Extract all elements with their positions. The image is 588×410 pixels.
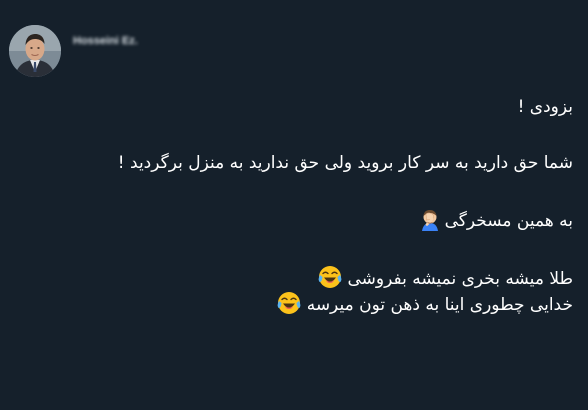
- tweet-line: طلا میشه بخری نمیشه بفروشی: [33, 265, 573, 291]
- face-with-tears-of-joy-icon: [277, 291, 301, 315]
- tweet-card: Hosseini Ez. بزودی ! شما حق دارید به سر …: [0, 0, 588, 410]
- tweet-header: Hosseini Ez.: [9, 25, 138, 81]
- tweet-text: بزودی ! شما حق دارید به سر کار بروید ولی…: [33, 96, 573, 317]
- tweet-line: به همین مسخرگی: [33, 207, 573, 233]
- tweet-line: بزودی !: [517, 97, 573, 117]
- tweet-line: خدایی چطوری اینا به ذهن تون میرسه: [33, 291, 573, 317]
- face-with-tears-of-joy-icon: [318, 265, 342, 289]
- tweet-line: شما حق دارید به سر کار بروید ولی حق ندار…: [117, 153, 573, 173]
- user-name[interactable]: Hosseini Ez.: [73, 35, 138, 47]
- avatar[interactable]: [9, 25, 61, 77]
- man-facepalming-icon: [418, 207, 442, 231]
